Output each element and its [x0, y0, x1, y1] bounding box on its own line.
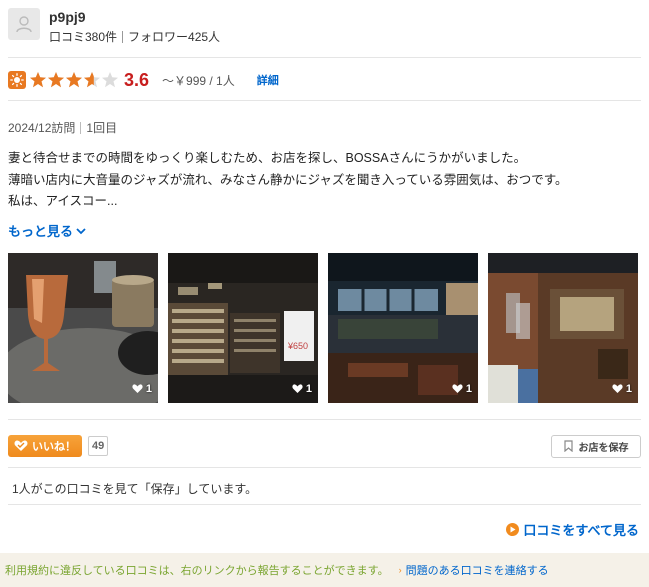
visit-count: 1回目 [86, 121, 118, 135]
heart-icon [132, 384, 143, 393]
reviewer-name[interactable]: p9pj9 [49, 9, 220, 25]
report-note: 利用規約に違反している口コミは、右のリンクから報告することができます。 [5, 565, 389, 577]
follower-count[interactable]: フォロワー425人 [128, 28, 220, 45]
review-photos: 1 ¥650 1 1 1 [8, 253, 638, 403]
svg-text:¥650: ¥650 [287, 341, 308, 351]
review-body: 妻と待合せまでの時間をゆっくり楽しむため、お店を探し、BOSSAさんにうかがいま… [8, 148, 638, 213]
divider [80, 121, 82, 134]
like-button[interactable]: いいね！ [8, 435, 82, 457]
show-more-link[interactable]: もっと見る [8, 221, 86, 240]
rating-row: 3.6 ～￥999 / 1人 詳細 [8, 68, 641, 92]
divider [8, 467, 641, 468]
daytime-sun-icon [8, 71, 26, 89]
review-actions: いいね！ 49 お店を保存 [8, 434, 641, 458]
dim-interior-photo-icon [328, 253, 478, 403]
report-footer: 利用規約に違反している口コミは、右のリンクから報告することができます。 › 問題… [0, 553, 649, 587]
heart-icon [14, 440, 28, 451]
price-range: ～￥999 / 1人 [162, 73, 235, 88]
visit-info: 2024/12訪問 1回目 [8, 119, 117, 136]
star-icon [102, 72, 118, 88]
chevron-down-icon [76, 227, 86, 234]
rating-stars [29, 71, 119, 89]
user-silhouette-icon [16, 16, 32, 33]
report-review-link[interactable]: 問題のある口コミを連絡する [406, 562, 549, 578]
star-icon [48, 72, 64, 88]
divider [8, 504, 641, 505]
divider [122, 30, 124, 43]
visit-date: 2024/12訪問 [8, 121, 76, 135]
review-line: 妻と待合せまでの時間をゆっくり楽しむため、お店を探し、BOSSAさんにうかがいま… [8, 151, 527, 165]
review-count[interactable]: 口コミ380件 [49, 28, 117, 45]
star-icon [84, 72, 100, 88]
record-shelf-photo-icon: ¥650 [168, 253, 318, 403]
star-icon [30, 72, 46, 88]
review-line: 私は、アイスコー... [8, 194, 118, 208]
star-icon [66, 72, 82, 88]
bookmark-icon [563, 440, 573, 452]
photo-like-count: 1 [292, 383, 312, 395]
divider [8, 100, 641, 101]
divider [8, 57, 641, 58]
review-photo[interactable]: 1 [8, 253, 158, 403]
rating-detail-link[interactable]: 詳細 [257, 72, 279, 88]
saved-count-note: 1人がこの口コミを見て「保存」しています。 [12, 482, 258, 496]
divider [8, 419, 641, 420]
avatar[interactable] [8, 8, 40, 40]
save-label: お店を保存 [578, 442, 629, 454]
show-more-label: もっと見る [8, 224, 74, 239]
play-arrow-icon [506, 523, 520, 536]
review-photo[interactable]: ¥650 1 [168, 253, 318, 403]
like-count-badge: 49 [88, 436, 109, 456]
all-reviews-link[interactable]: 口コミをすべて見る [506, 520, 639, 539]
chevron-right-icon: › [398, 565, 402, 575]
heart-icon [292, 384, 303, 393]
photo-like-count: 1 [452, 383, 472, 395]
photo-like-count: 1 [132, 383, 152, 395]
review-photo[interactable]: 1 [328, 253, 478, 403]
rating-score: 3.6 [124, 69, 150, 90]
all-reviews-label: 口コミをすべて見る [523, 523, 639, 538]
reviewer-stats: 口コミ380件 フォロワー425人 [49, 28, 220, 45]
wall-posters-photo-icon [488, 253, 638, 403]
save-restaurant-button[interactable]: お店を保存 [551, 434, 641, 458]
review-photo[interactable]: 1 [488, 253, 638, 403]
like-label: いいね！ [32, 441, 76, 453]
copper-cup-photo-icon [8, 253, 158, 403]
reviewer-header: p9pj9 口コミ380件 フォロワー425人 [8, 8, 641, 58]
heart-icon [612, 384, 623, 393]
review-line: 薄暗い店内に大音量のジャズが流れ、みなさん静かにジャズを聞き入っている雰囲気は、… [8, 172, 568, 187]
heart-icon [452, 384, 463, 393]
photo-like-count: 1 [612, 383, 632, 395]
